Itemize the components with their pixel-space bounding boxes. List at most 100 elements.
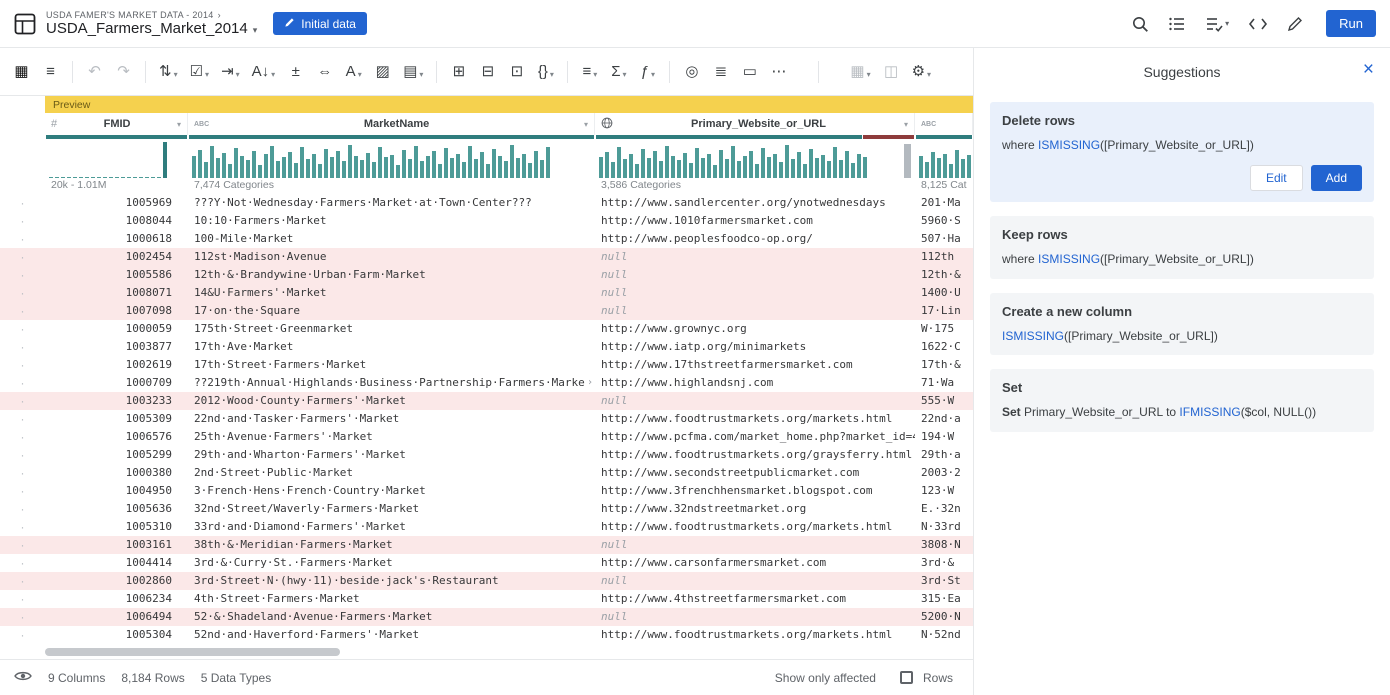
row-handle[interactable]: · (0, 518, 45, 536)
row-handle[interactable]: · (0, 392, 45, 410)
table-row[interactable]: 100558612th·&·Brandywine·Urban·Farm·Mark… (45, 266, 973, 284)
cell-url[interactable]: null (595, 284, 915, 302)
dataset-title[interactable]: USDA_Farmers_Market_2014 ▾ (46, 20, 257, 37)
cell-url[interactable]: http://www.sandlercenter.org/ynotwednesd… (595, 194, 915, 212)
cell-url[interactable]: null (595, 248, 915, 266)
cell-marketname[interactable]: 32nd·Street/Waverly·Farmers·Market (188, 500, 595, 518)
row-handle[interactable]: · (0, 284, 45, 302)
cell-url[interactable]: http://www.4thstreetfarmersmarket.com (595, 590, 915, 608)
cell-marketname[interactable]: 12th·&·Brandywine·Urban·Farm·Market (188, 266, 595, 284)
table-row[interactable]: 1005969???Y·Not·Wednesday·Farmers·Market… (45, 194, 973, 212)
table-row[interactable]: 100387717th·Ave·Markethttp://www.iatp.or… (45, 338, 973, 356)
row-filter-icon[interactable]: ▤▾ (398, 57, 428, 87)
cell-fmid[interactable]: 1005310 (45, 518, 188, 536)
cell-fmid[interactable]: 1004414 (45, 554, 188, 572)
cell-street[interactable]: 3808·N (915, 536, 973, 554)
cell-marketname[interactable]: 3·French·Hens·French·Country·Market (188, 482, 595, 500)
grid-view-icon[interactable]: ▦ (8, 57, 35, 87)
row-handle[interactable]: · (0, 266, 45, 284)
cell-url[interactable]: http://www.foodtrustmarkets.org/markets.… (595, 410, 915, 428)
cell-marketname[interactable]: 52·&·Shadeland·Avenue·Farmers·Market (188, 608, 595, 626)
cell-street[interactable]: 71·Wa (915, 374, 973, 392)
cell-fmid[interactable]: 1003161 (45, 536, 188, 554)
cell-fmid[interactable]: 1000618 (45, 230, 188, 248)
table-row[interactable]: 1000709??219th·Annual·Highlands·Business… (45, 374, 973, 392)
cell-marketname[interactable]: 38th·&·Meridian·Farmers·Market (188, 536, 595, 554)
export-column-icon[interactable]: ⇥▾ (216, 57, 245, 87)
cell-marketname[interactable]: 29th·and·Wharton·Farmers'·Market (188, 446, 595, 464)
row-handle[interactable]: · (0, 572, 45, 590)
suggestion-card-delete-rows[interactable]: Delete rowswhere ISMISSING([Primary_Webs… (990, 102, 1374, 202)
row-handle[interactable]: · (0, 248, 45, 266)
cell-street[interactable]: 22nd·a (915, 410, 973, 428)
cell-url[interactable]: http://www.foodtrustmarkets.org/markets.… (595, 626, 915, 644)
join-icon[interactable]: ◫ (878, 57, 905, 87)
cell-street[interactable]: 315·Ea (915, 590, 973, 608)
cell-url[interactable]: http://www.highlandsnj.com (595, 374, 915, 392)
cell-url[interactable]: http://www.32ndstreetmarket.org (595, 500, 915, 518)
cell-marketname[interactable]: 14&U·Farmers'·Market (188, 284, 595, 302)
cell-marketname[interactable]: 52nd·and·Haverford·Farmers'·Market (188, 626, 595, 644)
transpose-icon[interactable]: ⊡ (503, 57, 530, 87)
row-handle[interactable]: · (0, 302, 45, 320)
table-row[interactable]: 100657625th·Avenue·Farmers'·Markethttp:/… (45, 428, 973, 446)
suggestion-card-create-a-new-column[interactable]: Create a new columnISMISSING([Primary_We… (990, 293, 1374, 356)
cell-street[interactable]: 3rd·& (915, 554, 973, 572)
cell-fmid[interactable]: 1005309 (45, 410, 188, 428)
cell-fmid[interactable]: 1006576 (45, 428, 188, 446)
row-handle[interactable]: · (0, 500, 45, 518)
initial-data-button[interactable]: Initial data (273, 12, 367, 35)
cell-marketname[interactable]: 2nd·Street·Public·Market (188, 464, 595, 482)
cell-street[interactable]: 507·Ha (915, 230, 973, 248)
cell-fmid[interactable]: 1005969 (45, 194, 188, 212)
table-row[interactable]: 10028603rd·Street·N·(hwy·11)·beside·jack… (45, 572, 973, 590)
edit-button[interactable]: Edit (1250, 165, 1303, 191)
table-row[interactable]: 100807114&U·Farmers'·Marketnull1400·U (45, 284, 973, 302)
cell-marketname[interactable]: 4th·Street·Farmers·Market (188, 590, 595, 608)
table-row[interactable]: 1000059175th·Street·Greenmarkethttp://ww… (45, 320, 973, 338)
cell-marketname[interactable]: 10:10·Farmers·Market (188, 212, 595, 230)
cell-fmid[interactable]: 1003877 (45, 338, 188, 356)
horizontal-scrollbar[interactable] (45, 648, 340, 656)
cell-url[interactable]: null (595, 572, 915, 590)
cell-street[interactable]: 17·Lin (915, 302, 973, 320)
row-handle[interactable]: · (0, 446, 45, 464)
column-header-marketname[interactable]: ABCMarketName▾ (188, 113, 595, 135)
cell-marketname[interactable]: 175th·Street·Greenmarket (188, 320, 595, 338)
column-header-primary-website-or-url[interactable]: Primary_Website_or_URL▾ (595, 113, 915, 135)
table-row[interactable]: 10032332012·Wood·County·Farmers'·Marketn… (45, 392, 973, 410)
cell-street[interactable]: 201·Ma (915, 194, 973, 212)
code-icon[interactable] (1248, 16, 1268, 32)
cell-street[interactable]: E.·32n (915, 500, 973, 518)
cell-marketname[interactable]: ??219th·Annual·Highlands·Business·Partne… (188, 374, 595, 392)
table-row[interactable]: 10049503·French·Hens·French·Country·Mark… (45, 482, 973, 500)
cell-marketname[interactable]: 25th·Avenue·Farmers'·Market (188, 428, 595, 446)
cell-fmid[interactable]: 1003233 (45, 392, 188, 410)
cell-url[interactable]: http://www.peoplesfoodco-op.org/ (595, 230, 915, 248)
cell-fmid[interactable]: 1008044 (45, 212, 188, 230)
cell-street[interactable]: N·33rd (915, 518, 973, 536)
redo-icon[interactable]: ↷ (110, 57, 137, 87)
align-icon[interactable]: ≡▾ (576, 57, 603, 87)
column-header-partial[interactable]: ABC (915, 113, 973, 135)
cell-marketname[interactable]: 3rd·Street·N·(hwy·11)·beside·jack's·Rest… (188, 572, 595, 590)
validate-icon[interactable]: ☑▾ (185, 57, 214, 87)
cell-url[interactable]: http://www.carsonfarmersmarket.com (595, 554, 915, 572)
cell-fmid[interactable]: 1000380 (45, 464, 188, 482)
cell-street[interactable]: 3rd·St (915, 572, 973, 590)
histogram-primary-website-or-url[interactable] (595, 140, 915, 178)
column-header-fmid[interactable]: #FMID▾ (45, 113, 188, 135)
cell-url[interactable]: http://www.foodtrustmarkets.org/markets.… (595, 518, 915, 536)
row-handle[interactable]: · (0, 608, 45, 626)
cell-marketname[interactable]: 17·on·the·Square (188, 302, 595, 320)
table-row[interactable]: 100563632nd·Street/Waverly·Farmers·Marke… (45, 500, 973, 518)
table-format-icon[interactable]: ▦▾ (845, 57, 875, 87)
table-row[interactable]: 1000618100-Mile·Markethttp://www.peoples… (45, 230, 973, 248)
row-handle[interactable]: · (0, 410, 45, 428)
table-row[interactable]: 10062344th·Street·Farmers·Markethttp://w… (45, 590, 973, 608)
cell-street[interactable]: 1400·U (915, 284, 973, 302)
cell-fmid[interactable]: 1006234 (45, 590, 188, 608)
row-handle[interactable]: · (0, 482, 45, 500)
row-handle[interactable]: · (0, 374, 45, 392)
cell-street[interactable]: N·52nd (915, 626, 973, 644)
